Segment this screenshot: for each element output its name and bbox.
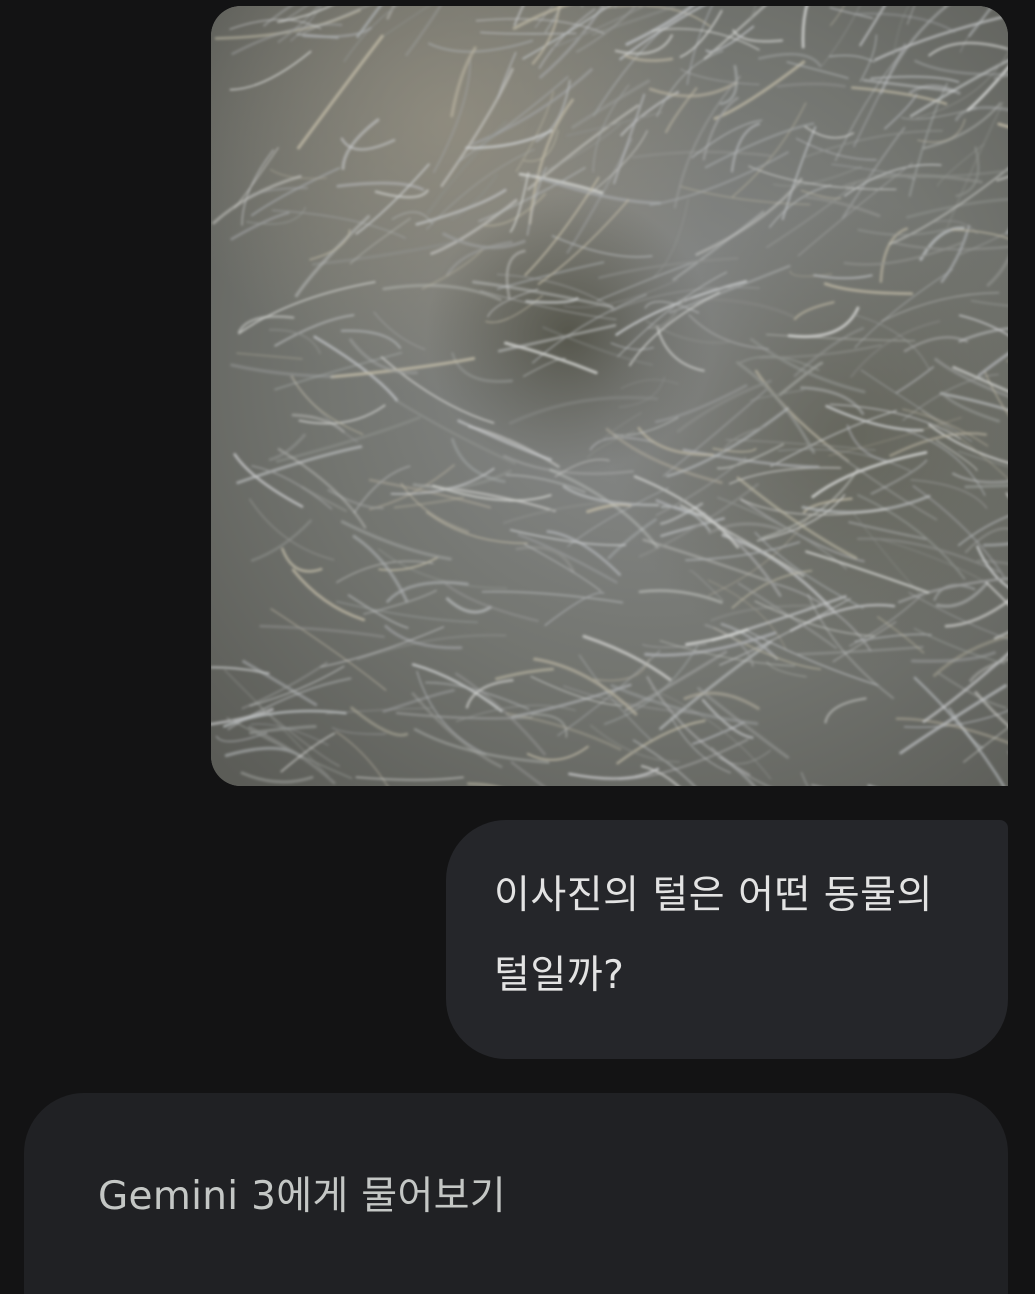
fur-strand bbox=[964, 484, 1008, 489]
prompt-composer[interactable]: Gemini 3에게 물어보기 bbox=[24, 1093, 1008, 1294]
user-message-bubble: 이사진의 털은 어떤 동물의 털일까? bbox=[446, 820, 1008, 1059]
chat-area: 이사진의 털은 어떤 동물의 털일까? Gemini 3에게 물어보기 bbox=[0, 0, 1035, 1294]
prompt-input[interactable]: Gemini 3에게 물어보기 bbox=[98, 1165, 1008, 1221]
user-message-text: 이사진의 털은 어떤 동물의 털일까? bbox=[494, 873, 933, 998]
user-uploaded-photo[interactable] bbox=[211, 6, 1008, 786]
fur-photo-image bbox=[211, 6, 1008, 786]
